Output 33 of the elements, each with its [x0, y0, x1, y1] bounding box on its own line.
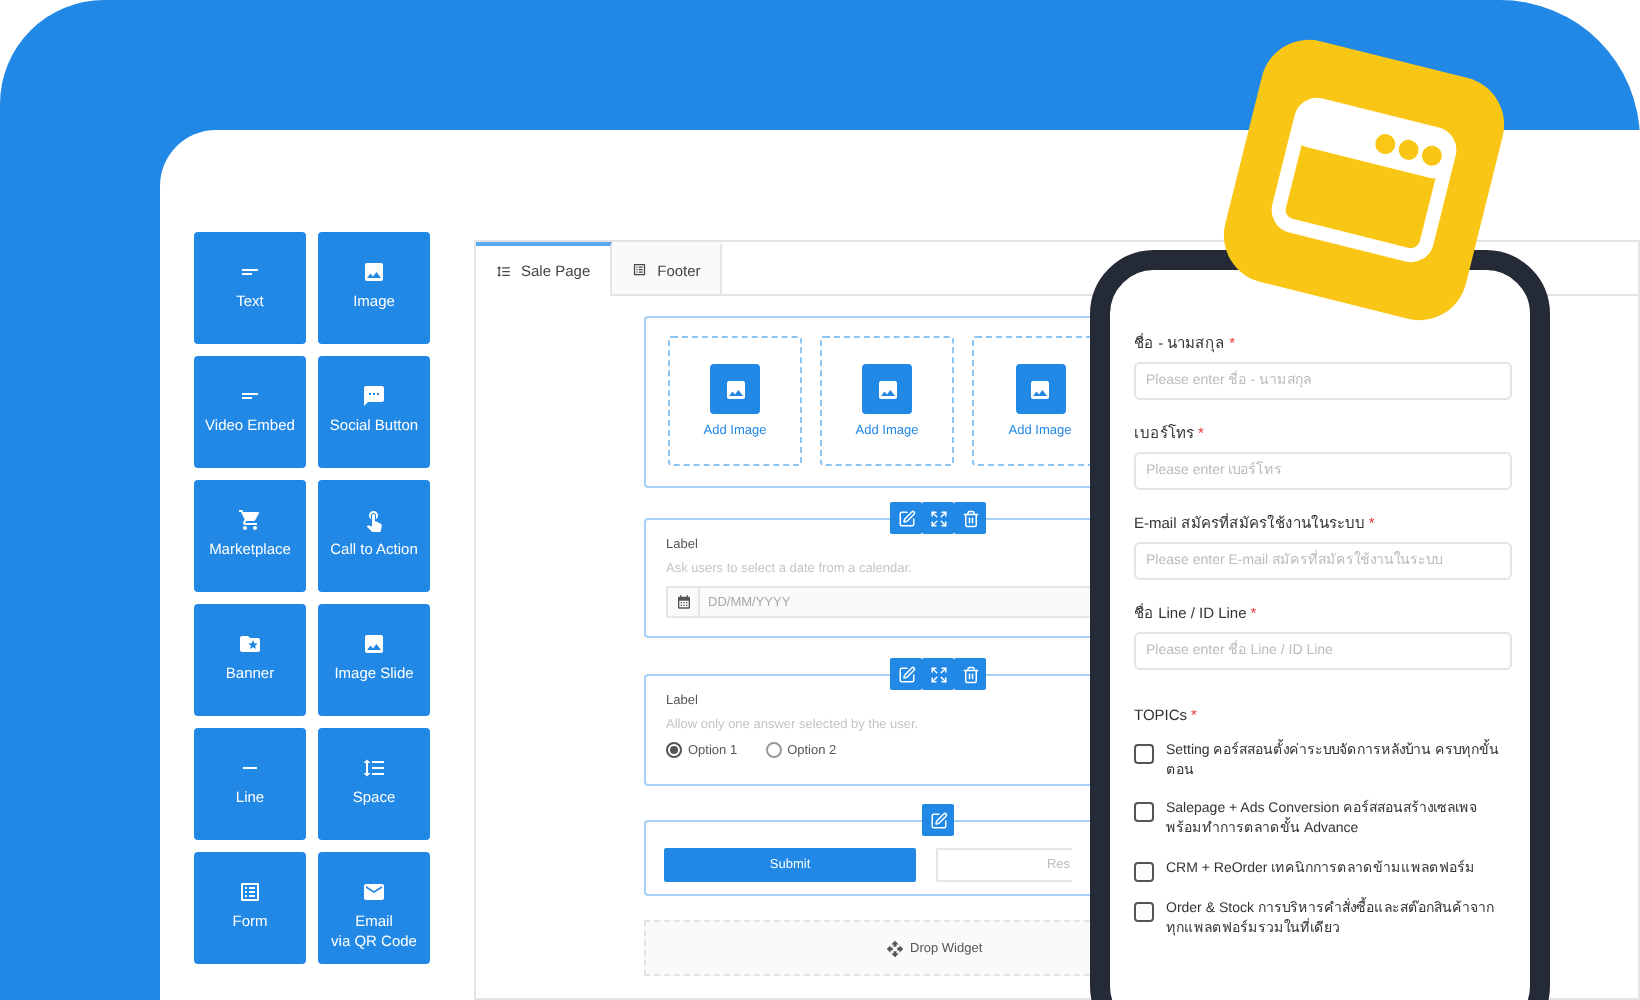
cart-icon: [238, 508, 262, 532]
expand-icon: [929, 665, 947, 683]
trash-icon: [961, 509, 979, 527]
expand-icon: [929, 509, 947, 527]
spacing-icon: [496, 263, 511, 279]
edit-icon: [929, 811, 947, 829]
checkbox[interactable]: [1134, 802, 1154, 823]
image-icon: [362, 260, 386, 284]
trash-icon: [961, 665, 979, 683]
edit-button[interactable]: [890, 502, 922, 534]
edit-button[interactable]: [890, 658, 922, 690]
pointing-hand-icon: [362, 508, 386, 532]
checkbox[interactable]: [1134, 861, 1154, 882]
image-icon: [862, 364, 912, 414]
image-icon: [710, 364, 760, 414]
delete-button[interactable]: [954, 658, 986, 690]
list-form-icon: [238, 880, 262, 904]
image-icon: [1015, 364, 1065, 414]
envelope-icon: [362, 880, 386, 904]
edit-icon: [897, 665, 915, 683]
edit-button[interactable]: [922, 804, 954, 836]
checkbox[interactable]: [1134, 744, 1154, 764]
folder-icon: [238, 632, 262, 656]
chat-bubble-icon: [362, 384, 386, 408]
radio-button[interactable]: [765, 742, 782, 758]
line-spacing-icon: [362, 756, 386, 780]
list-icon: [632, 262, 648, 278]
checkbox[interactable]: [1134, 901, 1154, 922]
image-icon: [362, 632, 386, 656]
delete-button[interactable]: [954, 502, 986, 534]
move-icon: [886, 939, 904, 957]
radio-button[interactable]: [666, 742, 682, 758]
edit-icon: [897, 509, 915, 527]
